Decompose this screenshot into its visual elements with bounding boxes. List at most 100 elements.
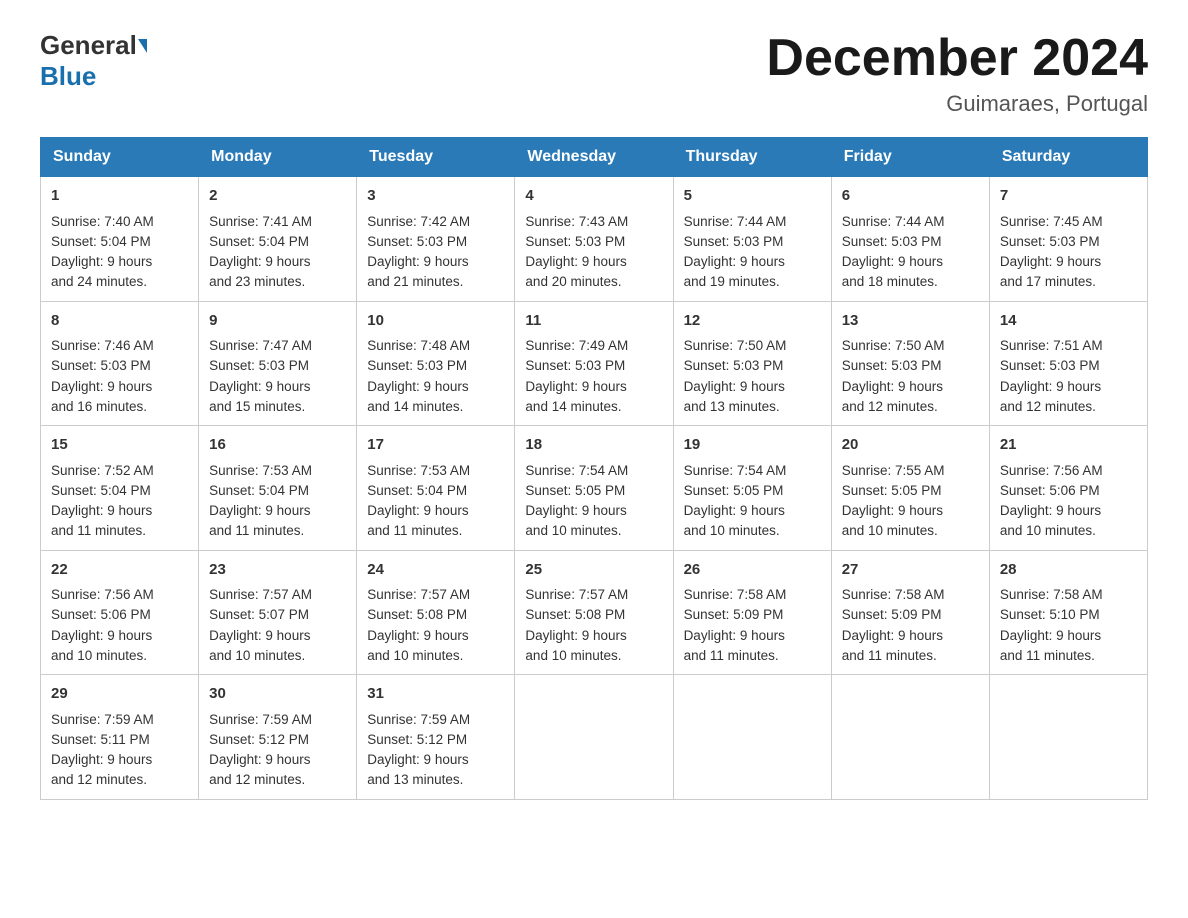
- sunset-text: Sunset: 5:04 PM: [51, 234, 151, 249]
- sunrise-text: Sunrise: 7:47 AM: [209, 338, 312, 353]
- daylight-minutes-text: and 12 minutes.: [209, 772, 305, 787]
- daylight-minutes-text: and 11 minutes.: [209, 523, 304, 538]
- sunrise-text: Sunrise: 7:45 AM: [1000, 214, 1103, 229]
- sunset-text: Sunset: 5:08 PM: [367, 607, 467, 622]
- sunset-text: Sunset: 5:03 PM: [367, 234, 467, 249]
- calendar-cell: [673, 675, 831, 800]
- daylight-text: Daylight: 9 hours: [367, 503, 468, 518]
- location: Guimaraes, Portugal: [766, 91, 1148, 117]
- daylight-minutes-text: and 24 minutes.: [51, 274, 147, 289]
- calendar-cell: 4Sunrise: 7:43 AMSunset: 5:03 PMDaylight…: [515, 177, 673, 302]
- daylight-minutes-text: and 10 minutes.: [525, 523, 621, 538]
- sunrise-text: Sunrise: 7:52 AM: [51, 463, 154, 478]
- daylight-text: Daylight: 9 hours: [209, 379, 310, 394]
- daylight-text: Daylight: 9 hours: [525, 628, 626, 643]
- sunrise-text: Sunrise: 7:40 AM: [51, 214, 154, 229]
- daylight-minutes-text: and 10 minutes.: [367, 648, 463, 663]
- sunset-text: Sunset: 5:08 PM: [525, 607, 625, 622]
- calendar-cell: 13Sunrise: 7:50 AMSunset: 5:03 PMDayligh…: [831, 301, 989, 426]
- sunset-text: Sunset: 5:03 PM: [525, 234, 625, 249]
- header-monday: Monday: [199, 138, 357, 177]
- day-number: 27: [842, 559, 979, 582]
- daylight-text: Daylight: 9 hours: [209, 628, 310, 643]
- day-number: 9: [209, 310, 346, 333]
- sunset-text: Sunset: 5:04 PM: [209, 483, 309, 498]
- sunset-text: Sunset: 5:03 PM: [367, 358, 467, 373]
- daylight-text: Daylight: 9 hours: [367, 628, 468, 643]
- daylight-minutes-text: and 11 minutes.: [367, 523, 462, 538]
- sunset-text: Sunset: 5:03 PM: [684, 358, 784, 373]
- daylight-text: Daylight: 9 hours: [51, 254, 152, 269]
- sunset-text: Sunset: 5:03 PM: [684, 234, 784, 249]
- sunrise-text: Sunrise: 7:42 AM: [367, 214, 470, 229]
- sunset-text: Sunset: 5:05 PM: [684, 483, 784, 498]
- sunrise-text: Sunrise: 7:50 AM: [684, 338, 787, 353]
- sunrise-text: Sunrise: 7:48 AM: [367, 338, 470, 353]
- daylight-text: Daylight: 9 hours: [51, 752, 152, 767]
- calendar-cell: 30Sunrise: 7:59 AMSunset: 5:12 PMDayligh…: [199, 675, 357, 800]
- month-title: December 2024: [766, 30, 1148, 87]
- logo-triangle-icon: [138, 39, 147, 53]
- sunset-text: Sunset: 5:11 PM: [51, 732, 150, 747]
- daylight-text: Daylight: 9 hours: [1000, 379, 1101, 394]
- calendar-cell: 14Sunrise: 7:51 AMSunset: 5:03 PMDayligh…: [989, 301, 1147, 426]
- daylight-text: Daylight: 9 hours: [209, 254, 310, 269]
- header-friday: Friday: [831, 138, 989, 177]
- calendar-cell: 20Sunrise: 7:55 AMSunset: 5:05 PMDayligh…: [831, 426, 989, 551]
- sunrise-text: Sunrise: 7:46 AM: [51, 338, 154, 353]
- daylight-text: Daylight: 9 hours: [51, 379, 152, 394]
- sunrise-text: Sunrise: 7:58 AM: [842, 587, 945, 602]
- day-number: 5: [684, 185, 821, 208]
- header-saturday: Saturday: [989, 138, 1147, 177]
- logo-blue: Blue: [40, 61, 96, 91]
- calendar-cell: 31Sunrise: 7:59 AMSunset: 5:12 PMDayligh…: [357, 675, 515, 800]
- daylight-text: Daylight: 9 hours: [209, 503, 310, 518]
- sunset-text: Sunset: 5:05 PM: [525, 483, 625, 498]
- page-header: General Blue December 2024 Guimaraes, Po…: [40, 30, 1148, 117]
- sunset-text: Sunset: 5:03 PM: [525, 358, 625, 373]
- day-number: 17: [367, 434, 504, 457]
- sunrise-text: Sunrise: 7:57 AM: [525, 587, 628, 602]
- sunrise-text: Sunrise: 7:54 AM: [525, 463, 628, 478]
- calendar-cell: 8Sunrise: 7:46 AMSunset: 5:03 PMDaylight…: [41, 301, 199, 426]
- day-number: 6: [842, 185, 979, 208]
- day-number: 22: [51, 559, 188, 582]
- sunrise-text: Sunrise: 7:51 AM: [1000, 338, 1103, 353]
- calendar-cell: 22Sunrise: 7:56 AMSunset: 5:06 PMDayligh…: [41, 550, 199, 675]
- daylight-minutes-text: and 11 minutes.: [1000, 648, 1095, 663]
- day-number: 28: [1000, 559, 1137, 582]
- calendar-cell: 2Sunrise: 7:41 AMSunset: 5:04 PMDaylight…: [199, 177, 357, 302]
- sunrise-text: Sunrise: 7:58 AM: [1000, 587, 1103, 602]
- calendar-cell: 1Sunrise: 7:40 AMSunset: 5:04 PMDaylight…: [41, 177, 199, 302]
- daylight-text: Daylight: 9 hours: [367, 379, 468, 394]
- daylight-minutes-text: and 13 minutes.: [367, 772, 463, 787]
- daylight-minutes-text: and 10 minutes.: [684, 523, 780, 538]
- calendar-cell: 16Sunrise: 7:53 AMSunset: 5:04 PMDayligh…: [199, 426, 357, 551]
- daylight-minutes-text: and 11 minutes.: [684, 648, 779, 663]
- logo-general: General: [40, 30, 137, 61]
- calendar-cell: 18Sunrise: 7:54 AMSunset: 5:05 PMDayligh…: [515, 426, 673, 551]
- day-number: 2: [209, 185, 346, 208]
- week-row-1: 1Sunrise: 7:40 AMSunset: 5:04 PMDaylight…: [41, 177, 1148, 302]
- calendar-cell: 21Sunrise: 7:56 AMSunset: 5:06 PMDayligh…: [989, 426, 1147, 551]
- day-number: 3: [367, 185, 504, 208]
- daylight-text: Daylight: 9 hours: [842, 503, 943, 518]
- daylight-minutes-text: and 13 minutes.: [684, 399, 780, 414]
- daylight-minutes-text: and 12 minutes.: [842, 399, 938, 414]
- daylight-minutes-text: and 10 minutes.: [525, 648, 621, 663]
- week-row-2: 8Sunrise: 7:46 AMSunset: 5:03 PMDaylight…: [41, 301, 1148, 426]
- calendar-cell: 19Sunrise: 7:54 AMSunset: 5:05 PMDayligh…: [673, 426, 831, 551]
- calendar-cell: 24Sunrise: 7:57 AMSunset: 5:08 PMDayligh…: [357, 550, 515, 675]
- calendar-table: SundayMondayTuesdayWednesdayThursdayFrid…: [40, 137, 1148, 800]
- calendar-cell: 10Sunrise: 7:48 AMSunset: 5:03 PMDayligh…: [357, 301, 515, 426]
- sunset-text: Sunset: 5:03 PM: [51, 358, 151, 373]
- sunset-text: Sunset: 5:06 PM: [51, 607, 151, 622]
- calendar-cell: 12Sunrise: 7:50 AMSunset: 5:03 PMDayligh…: [673, 301, 831, 426]
- sunrise-text: Sunrise: 7:57 AM: [209, 587, 312, 602]
- daylight-minutes-text: and 10 minutes.: [51, 648, 147, 663]
- daylight-text: Daylight: 9 hours: [1000, 628, 1101, 643]
- sunset-text: Sunset: 5:03 PM: [1000, 234, 1100, 249]
- daylight-minutes-text: and 15 minutes.: [209, 399, 305, 414]
- daylight-text: Daylight: 9 hours: [51, 503, 152, 518]
- header-thursday: Thursday: [673, 138, 831, 177]
